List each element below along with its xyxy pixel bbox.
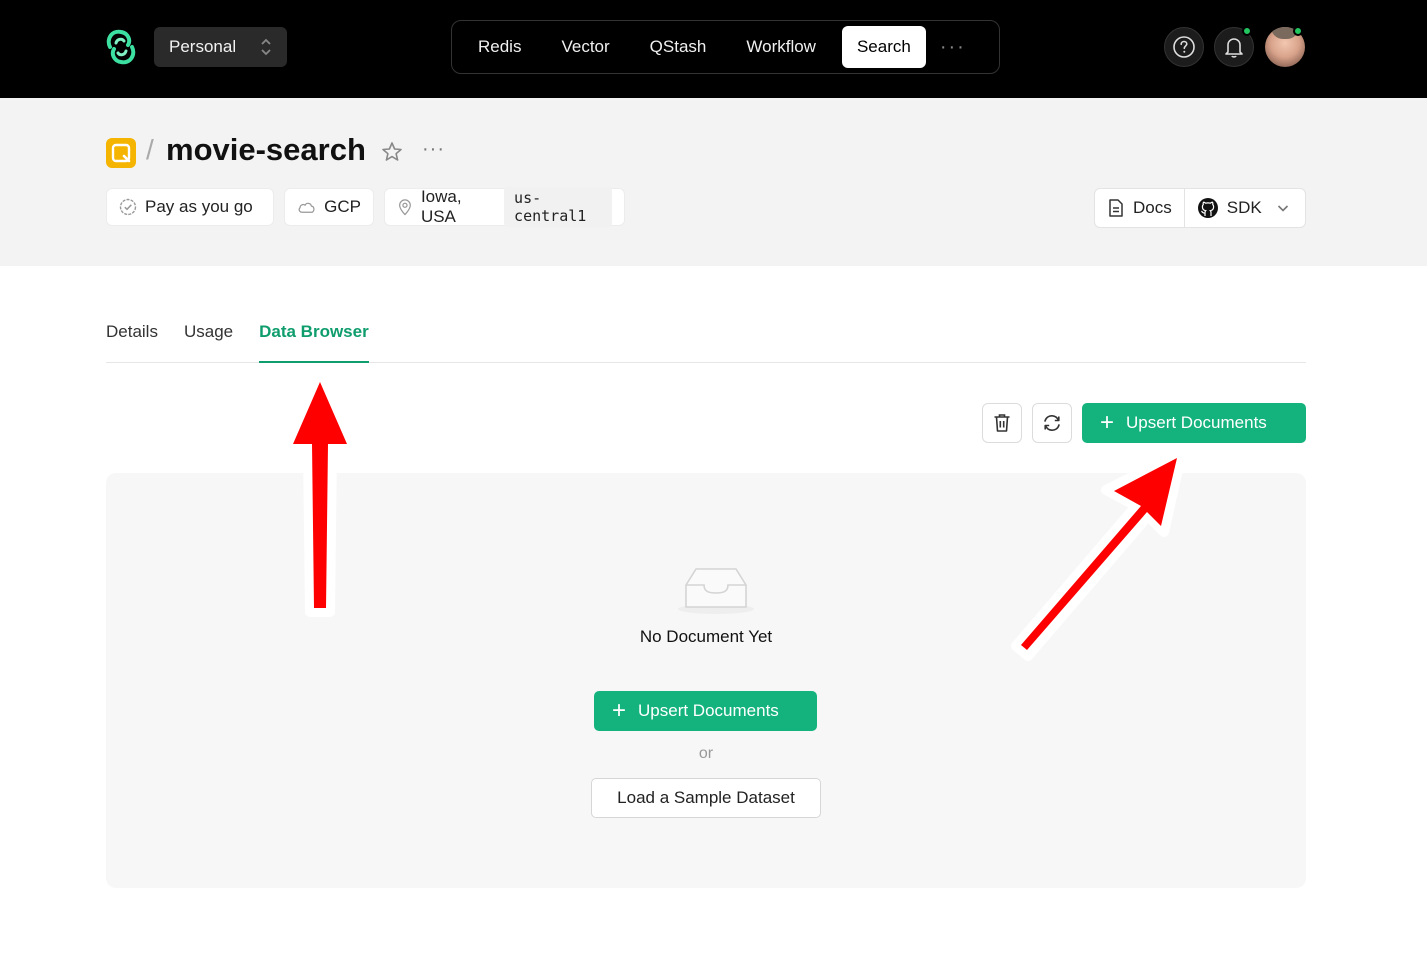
product-nav: Redis Vector QStash Workflow Search ···: [451, 20, 1000, 74]
data-browser-empty-state: No Document Yet + Upsert Documents or Lo…: [106, 473, 1306, 888]
nav-vector[interactable]: Vector: [541, 26, 629, 68]
upstash-logo-icon[interactable]: [104, 27, 138, 67]
chevron-down-icon: [1277, 205, 1288, 212]
region-code: us-central1: [504, 187, 612, 227]
plus-icon: +: [612, 697, 627, 724]
nav-workflow[interactable]: Workflow: [726, 26, 836, 68]
empty-state-message: No Document Yet: [639, 627, 773, 646]
location-pin-icon: [399, 199, 411, 216]
delete-all-button[interactable]: [982, 403, 1022, 443]
tab-data-browser[interactable]: Data Browser: [259, 322, 369, 363]
database-more-button[interactable]: ···: [422, 138, 445, 161]
cloud-icon: [298, 202, 315, 213]
star-icon[interactable]: [380, 140, 404, 164]
upsert-documents-button[interactable]: + Upsert Documents: [1082, 403, 1306, 443]
plan-label: Pay as you go: [145, 197, 253, 216]
nav-more-button[interactable]: ···: [926, 26, 980, 68]
or-separator: or: [698, 745, 714, 762]
help-button[interactable]: [1164, 27, 1204, 67]
github-icon: [1197, 198, 1218, 218]
nav-redis[interactable]: Redis: [458, 26, 541, 68]
docs-link[interactable]: Docs: [1095, 189, 1184, 227]
plan-badge: Pay as you go: [106, 188, 274, 226]
region-label: Iowa, USA: [420, 187, 462, 226]
bell-icon: [1225, 38, 1243, 58]
upsert-documents-empty-label: Upsert Documents: [638, 701, 779, 720]
online-status-dot: [1293, 26, 1303, 36]
chevron-up-down-icon: [261, 38, 271, 56]
refresh-button[interactable]: [1032, 403, 1072, 443]
provider-badge: GCP: [284, 188, 374, 226]
docs-sdk-group: Docs SDK: [1094, 188, 1306, 228]
load-sample-dataset-button[interactable]: Load a Sample Dataset: [591, 778, 821, 818]
nav-qstash[interactable]: QStash: [630, 26, 727, 68]
question-circle-icon: [1173, 36, 1195, 58]
region-badge: Iowa, USA us-central1: [384, 187, 625, 227]
upsert-documents-label: Upsert Documents: [1126, 413, 1267, 432]
plus-icon: +: [1100, 409, 1115, 436]
notification-badge: [1242, 26, 1252, 36]
database-tabs: Details Usage Data Browser: [106, 322, 1306, 363]
check-badge-icon: [119, 198, 137, 216]
tab-details[interactable]: Details: [106, 322, 158, 363]
tab-usage[interactable]: Usage: [184, 322, 233, 363]
sdk-dropdown[interactable]: SDK: [1185, 189, 1302, 227]
provider-label: GCP: [324, 197, 361, 216]
nav-search[interactable]: Search: [841, 26, 926, 68]
document-icon: [1109, 199, 1123, 217]
inbox-icon: [678, 568, 754, 614]
database-header: / movie-search ··· Pay as you go GCP Iow…: [0, 98, 1427, 266]
upsert-documents-empty-button[interactable]: + Upsert Documents: [594, 691, 817, 731]
workspace-switcher[interactable]: Personal: [154, 27, 287, 67]
breadcrumb-separator: /: [146, 134, 154, 165]
top-navigation-bar: Personal Redis Vector QStash Workflow Se…: [0, 0, 1427, 98]
trash-icon: [994, 414, 1010, 432]
workspace-label: Personal: [169, 37, 237, 56]
search-database-icon: [106, 138, 136, 168]
sdk-label: SDK: [1226, 198, 1262, 217]
docs-label: Docs: [1133, 198, 1172, 217]
refresh-icon: [1044, 414, 1060, 432]
page-title: movie-search: [166, 132, 366, 167]
